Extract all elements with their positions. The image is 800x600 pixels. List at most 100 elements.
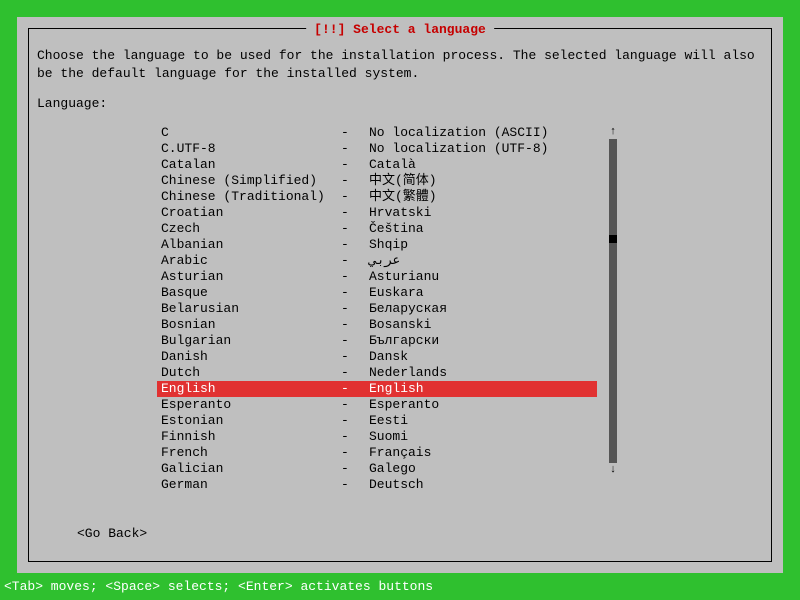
language-native: 中文(繁體) <box>369 189 597 205</box>
scroll-thumb[interactable] <box>609 235 617 243</box>
separator: - <box>341 365 369 381</box>
separator: - <box>341 189 369 205</box>
language-name: German <box>161 477 341 493</box>
language-native: Shqip <box>369 237 597 253</box>
language-native: Hrvatski <box>369 205 597 221</box>
language-name: Arabic <box>161 253 341 269</box>
language-option[interactable]: Chinese (Simplified)-中文(简体) <box>157 173 597 189</box>
separator: - <box>341 237 369 253</box>
scrollbar[interactable]: ↑ ↓ <box>609 125 617 477</box>
language-option[interactable]: Esperanto-Esperanto <box>157 397 597 413</box>
language-native: Galego <box>369 461 597 477</box>
language-option[interactable]: Finnish-Suomi <box>157 429 597 445</box>
language-native: Bosanski <box>369 317 597 333</box>
language-option[interactable]: Bulgarian-Български <box>157 333 597 349</box>
language-option[interactable]: C-No localization (ASCII) <box>157 125 597 141</box>
language-option[interactable]: Danish-Dansk <box>157 349 597 365</box>
language-name: Galician <box>161 461 341 477</box>
language-native: Čeština <box>369 221 597 237</box>
dialog-title: [!!] Select a language <box>306 22 494 37</box>
language-option[interactable]: German-Deutsch <box>157 477 597 493</box>
language-native: Esperanto <box>369 397 597 413</box>
language-native: Deutsch <box>369 477 597 493</box>
language-native: Eesti <box>369 413 597 429</box>
separator: - <box>341 141 369 157</box>
language-option[interactable]: Arabic-عربي <box>157 253 597 269</box>
language-option[interactable]: Dutch-Nederlands <box>157 365 597 381</box>
footer-hint: <Tab> moves; <Space> selects; <Enter> ac… <box>4 579 433 594</box>
language-list-container: C-No localization (ASCII)C.UTF-8-No loca… <box>157 125 617 493</box>
separator: - <box>341 397 369 413</box>
separator: - <box>341 285 369 301</box>
language-option[interactable]: Chinese (Traditional)-中文(繁體) <box>157 189 597 205</box>
language-name: Dutch <box>161 365 341 381</box>
language-label: Language: <box>37 96 763 111</box>
language-option[interactable]: C.UTF-8-No localization (UTF-8) <box>157 141 597 157</box>
separator: - <box>341 349 369 365</box>
language-name: Belarusian <box>161 301 341 317</box>
language-option[interactable]: Estonian-Eesti <box>157 413 597 429</box>
language-native: Nederlands <box>369 365 597 381</box>
separator: - <box>341 125 369 141</box>
separator: - <box>341 317 369 333</box>
language-native: No localization (UTF-8) <box>369 141 597 157</box>
separator: - <box>341 333 369 349</box>
language-name: C.UTF-8 <box>161 141 341 157</box>
language-native: Euskara <box>369 285 597 301</box>
language-option[interactable]: Asturian-Asturianu <box>157 269 597 285</box>
separator: - <box>341 429 369 445</box>
language-option[interactable]: Belarusian-Беларуская <box>157 301 597 317</box>
separator: - <box>341 205 369 221</box>
language-name: Asturian <box>161 269 341 285</box>
language-option[interactable]: Albanian-Shqip <box>157 237 597 253</box>
language-native: Asturianu <box>369 269 597 285</box>
language-name: Estonian <box>161 413 341 429</box>
language-option[interactable]: English-English <box>157 381 597 397</box>
language-native: Français <box>369 445 597 461</box>
separator: - <box>341 413 369 429</box>
go-back-button[interactable]: <Go Back> <box>77 526 147 541</box>
language-option[interactable]: Czech-Čeština <box>157 221 597 237</box>
language-option[interactable]: Croatian-Hrvatski <box>157 205 597 221</box>
language-name: Danish <box>161 349 341 365</box>
language-name: Esperanto <box>161 397 341 413</box>
language-native: English <box>369 381 597 397</box>
language-name: Czech <box>161 221 341 237</box>
language-native: Български <box>369 333 597 349</box>
separator: - <box>341 381 369 397</box>
language-native: Беларуская <box>369 301 597 317</box>
language-native: Català <box>369 157 597 173</box>
language-option[interactable]: French-Français <box>157 445 597 461</box>
language-native: Dansk <box>369 349 597 365</box>
language-name: Chinese (Traditional) <box>161 189 341 205</box>
language-name: French <box>161 445 341 461</box>
separator: - <box>341 173 369 189</box>
language-native: عربي <box>369 253 597 269</box>
language-native: No localization (ASCII) <box>369 125 597 141</box>
language-native: Suomi <box>369 429 597 445</box>
language-name: English <box>161 381 341 397</box>
scroll-up-arrow[interactable]: ↑ <box>610 125 617 139</box>
language-name: Basque <box>161 285 341 301</box>
language-name: Catalan <box>161 157 341 173</box>
scroll-track[interactable] <box>609 139 617 463</box>
language-name: Bulgarian <box>161 333 341 349</box>
language-name: Croatian <box>161 205 341 221</box>
separator: - <box>341 445 369 461</box>
separator: - <box>341 269 369 285</box>
separator: - <box>341 461 369 477</box>
language-option[interactable]: Catalan-Català <box>157 157 597 173</box>
language-list[interactable]: C-No localization (ASCII)C.UTF-8-No loca… <box>157 125 597 493</box>
language-option[interactable]: Basque-Euskara <box>157 285 597 301</box>
language-option[interactable]: Bosnian-Bosanski <box>157 317 597 333</box>
separator: - <box>341 157 369 173</box>
language-name: Finnish <box>161 429 341 445</box>
language-name: Bosnian <box>161 317 341 333</box>
instruction-text: Choose the language to be used for the i… <box>37 47 763 82</box>
language-name: Albanian <box>161 237 341 253</box>
language-option[interactable]: Galician-Galego <box>157 461 597 477</box>
separator: - <box>341 253 369 269</box>
scroll-down-arrow[interactable]: ↓ <box>610 463 617 477</box>
dialog-window: [!!] Select a language Choose the langua… <box>17 17 783 573</box>
separator: - <box>341 477 369 493</box>
